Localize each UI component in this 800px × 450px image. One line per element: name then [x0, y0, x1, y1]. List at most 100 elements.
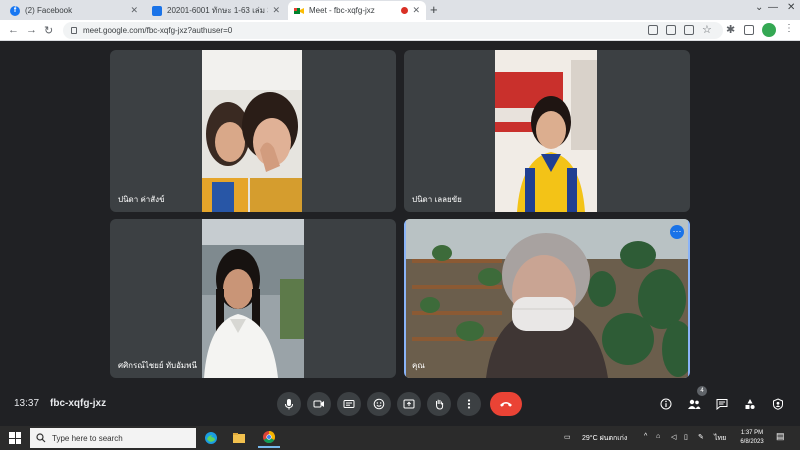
taskbar-clock[interactable]: 1:37 PM 6/8/2023	[736, 429, 768, 447]
tab-meet[interactable]: Meet - fbc-xqfg-jxz ✕	[288, 1, 426, 20]
people-button[interactable]	[686, 396, 702, 412]
tab-search-icon[interactable]: ⌄	[755, 2, 763, 13]
captions-icon	[343, 400, 355, 408]
participant-tile[interactable]: ปนิดา เลลยขัย	[404, 50, 690, 212]
close-icon[interactable]: ✕	[412, 5, 420, 16]
participant-count-badge: 4	[697, 386, 707, 396]
emoji-button[interactable]	[367, 392, 391, 416]
emoji-icon	[373, 398, 385, 410]
taskbar-search-box[interactable]: Type here to search	[30, 428, 196, 448]
people-icon	[688, 399, 701, 409]
camera-icon	[313, 400, 324, 408]
host-controls-icon	[773, 398, 783, 410]
profile-avatar[interactable]	[762, 23, 776, 37]
forward-icon[interactable]: →	[26, 24, 37, 36]
search-icon	[36, 433, 46, 443]
edge-app[interactable]	[200, 428, 222, 448]
side-panel-icon[interactable]	[744, 25, 754, 35]
chat-icon	[716, 399, 728, 410]
weather-icon[interactable]: ▭	[564, 433, 571, 441]
tab-facebook[interactable]: f (2) Facebook ✕	[4, 1, 144, 20]
participant-tile[interactable]: ศศิกรณ์ไชยย์ ทับอัมพนี	[110, 219, 396, 378]
windows-start-icon[interactable]	[9, 432, 21, 444]
meeting-details-button[interactable]	[658, 396, 674, 412]
participant-name: ปนิดา เลลยขัย	[412, 195, 462, 204]
weather-text[interactable]: 29°C ฝนตกเก่ง	[582, 433, 627, 444]
extensions-icon[interactable]: ✱	[726, 23, 735, 36]
present-button[interactable]	[397, 392, 421, 416]
taskbar-time: 1:37 PM	[740, 430, 764, 436]
meeting-code: fbc-xqfg-jxz	[50, 398, 107, 409]
bookmark-star-icon[interactable]: ☆	[702, 23, 712, 36]
back-icon[interactable]: ←	[8, 24, 19, 36]
tab-title: 20201-6001 ทักษะ 1-63 เล่ม 3 ก	[167, 6, 269, 15]
url-text: meet.google.com/fbc-xqfg-jxz?authuser=0	[83, 26, 233, 35]
participant-name: ศศิกรณ์ไชยย์ ทับอัมพนี	[118, 361, 197, 370]
cast-icon[interactable]	[648, 25, 658, 35]
chat-button[interactable]	[714, 396, 730, 412]
meeting-clock: 13:37	[14, 398, 40, 409]
folder-icon	[233, 433, 245, 443]
info-icon	[660, 398, 672, 410]
present-icon	[403, 399, 415, 409]
host-controls-button[interactable]	[770, 396, 786, 412]
participant-name: ปนิดา ค่าสังข์	[118, 195, 165, 204]
chrome-app[interactable]	[258, 428, 280, 448]
microphone-icon	[285, 399, 293, 410]
facebook-icon: f	[10, 5, 20, 16]
classroom-icon	[152, 5, 162, 16]
minimize-icon[interactable]: —	[768, 2, 778, 13]
meet-icon	[294, 6, 304, 16]
browser-tab-strip: f (2) Facebook ✕ 20201-6001 ทักษะ 1-63 เ…	[0, 0, 800, 20]
tab-title: Meet - fbc-xqfg-jxz	[309, 6, 375, 15]
input-language[interactable]: ไทย	[714, 433, 726, 444]
meet-control-bar: 13:37 fbc-xqfg-jxz 4	[0, 384, 800, 426]
browser-menu-icon[interactable]: ⋮	[784, 23, 794, 34]
close-icon[interactable]: ✕	[130, 5, 138, 16]
activities-button[interactable]	[742, 396, 758, 412]
participant-name: คุณ	[412, 361, 425, 370]
address-bar[interactable]: meet.google.com/fbc-xqfg-jxz?authuser=0	[63, 22, 723, 39]
end-call-button[interactable]	[490, 392, 522, 416]
chrome-icon	[263, 431, 276, 444]
show-hidden-icons-icon[interactable]: ^	[644, 433, 647, 440]
activities-icon	[745, 399, 755, 409]
meet-video-grid: ปนิดา ค่าสังข์ ปนิดา เลลยขัย ศศิกรณ์ไชยย…	[0, 42, 800, 384]
participant-tile[interactable]: ปนิดา ค่าสังข์	[110, 50, 396, 212]
volume-icon[interactable]: ◁	[671, 433, 676, 441]
pen-icon[interactable]: ✎	[698, 433, 704, 441]
battery-icon[interactable]: ▯	[684, 433, 688, 441]
network-icon[interactable]: ⌂	[656, 433, 660, 440]
tab-classroom[interactable]: 20201-6001 ทักษะ 1-63 เล่ม 3 ก ✕	[146, 1, 286, 20]
edge-icon	[205, 432, 217, 444]
participant-video	[202, 219, 304, 378]
file-explorer-app[interactable]	[228, 428, 250, 448]
more-options-icon	[467, 399, 471, 409]
raise-hand-button[interactable]	[427, 392, 451, 416]
raise-hand-icon	[436, 399, 444, 410]
more-options-icon[interactable]: ⋯	[670, 225, 684, 239]
recording-indicator-icon	[401, 7, 409, 14]
share-icon[interactable]	[684, 25, 694, 35]
more-options-button[interactable]	[457, 392, 481, 416]
taskbar-date: 6/8/2023	[740, 439, 764, 445]
reload-icon[interactable]: ↻	[44, 24, 53, 37]
end-call-icon	[500, 402, 512, 407]
notifications-icon[interactable]: ▤	[776, 431, 785, 442]
microphone-button[interactable]	[277, 392, 301, 416]
translate-icon[interactable]	[666, 25, 676, 35]
browser-toolbar: ← → ↻ meet.google.com/fbc-xqfg-jxz?authu…	[0, 20, 800, 41]
self-video	[406, 219, 688, 378]
participant-video	[495, 50, 597, 212]
camera-button[interactable]	[307, 392, 331, 416]
self-tile[interactable]: ⋯ คุณ	[404, 219, 690, 378]
close-window-icon[interactable]: ✕	[787, 2, 795, 13]
lock-icon	[71, 27, 77, 34]
search-placeholder: Type here to search	[52, 433, 123, 443]
close-icon[interactable]: ✕	[272, 5, 280, 16]
captions-button[interactable]	[337, 392, 361, 416]
windows-taskbar: Type here to search ▭ 29°C ฝนตกเก่ง ^ ⌂ …	[0, 426, 800, 450]
participant-video	[202, 50, 302, 212]
tab-title: (2) Facebook	[25, 6, 73, 15]
new-tab-icon[interactable]: +	[430, 2, 438, 17]
